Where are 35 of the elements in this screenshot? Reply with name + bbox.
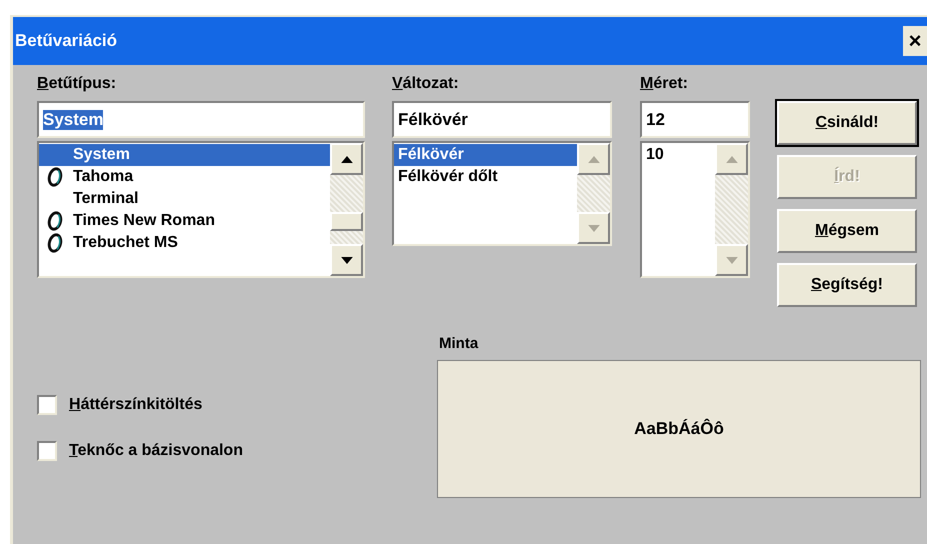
- font-list-item[interactable]: Times New Roman: [39, 210, 330, 232]
- checkbox[interactable]: [37, 395, 57, 415]
- style-list-item[interactable]: Félkövér: [394, 144, 577, 166]
- down-arrow-icon: [340, 256, 352, 264]
- window-title: Betűvariáció: [15, 31, 118, 51]
- style-list-item[interactable]: Félkövér dőlt: [394, 166, 577, 188]
- scroll-up-button[interactable]: [330, 143, 363, 175]
- size-label: Méret:: [640, 75, 690, 94]
- checkbox-label[interactable]: Háttérszínkitöltés: [69, 396, 202, 414]
- scrollbar[interactable]: [330, 143, 363, 276]
- up-arrow-icon: [588, 156, 600, 162]
- up-arrow-icon: [726, 156, 738, 162]
- font-list-item[interactable]: Terminal: [39, 188, 330, 210]
- font-list-item[interactable]: System: [39, 144, 330, 166]
- size-list-item[interactable]: 10: [642, 144, 715, 166]
- font-input-field[interactable]: System: [37, 101, 365, 138]
- checkbox-label[interactable]: Teknőc a bázisvonalon: [69, 442, 243, 460]
- sample-label: Minta: [439, 335, 480, 352]
- checkbox[interactable]: [37, 441, 57, 461]
- down-arrow-icon: [588, 224, 600, 232]
- sample-text: AaBbÁáÔô: [634, 419, 724, 439]
- scroll-thumb[interactable]: [330, 212, 363, 231]
- size-input-field[interactable]: 12: [640, 101, 750, 138]
- dialog-button[interactable]: Mégsem: [777, 209, 917, 253]
- up-arrow-icon: [340, 156, 352, 162]
- style-label: Változat:: [392, 75, 460, 94]
- down-arrow-icon: [726, 256, 738, 264]
- style-input-field[interactable]: Félkövér: [392, 101, 612, 138]
- font-list-item[interactable]: Tahoma: [39, 166, 330, 188]
- font-list-item[interactable]: Trebuchet MS: [39, 232, 330, 254]
- dialog-button[interactable]: Segítség!: [777, 263, 917, 307]
- dialog-button[interactable]: Csináld!: [777, 101, 917, 145]
- close-button[interactable]: ×: [903, 26, 927, 56]
- font-label: Betűtípus:: [37, 75, 118, 94]
- scroll-down-button[interactable]: [330, 244, 363, 276]
